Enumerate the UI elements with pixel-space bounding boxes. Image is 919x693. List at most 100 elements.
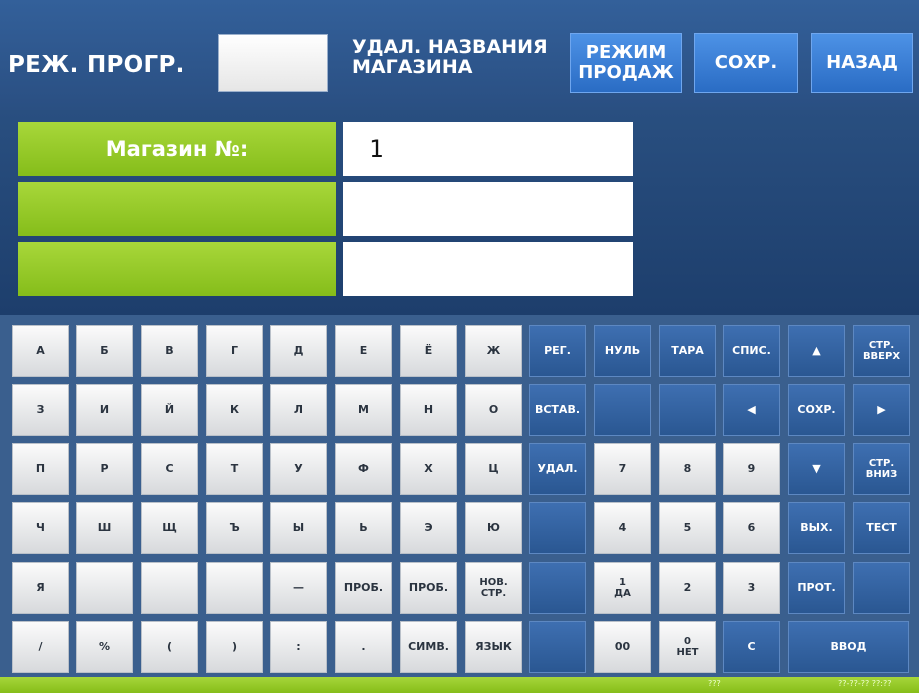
key-s[interactable]: С <box>141 443 198 495</box>
key-clear[interactable]: C <box>723 621 780 673</box>
key-y[interactable]: Ы <box>270 502 327 554</box>
key-a[interactable]: А <box>12 325 69 377</box>
key-colon[interactable]: : <box>270 621 327 673</box>
key-zh[interactable]: Ж <box>465 325 522 377</box>
key-space[interactable]: ПРОБ. <box>400 562 457 614</box>
key-m[interactable]: М <box>335 384 392 436</box>
key-5[interactable]: 5 <box>659 502 716 554</box>
key-down[interactable]: ▼ <box>788 443 845 495</box>
key-blank[interactable] <box>76 562 133 614</box>
key-reg[interactable]: РЕГ. <box>529 325 586 377</box>
key-t[interactable]: Т <box>206 443 263 495</box>
key-e[interactable]: Е <box>335 325 392 377</box>
key-n[interactable]: Н <box>400 384 457 436</box>
key-blank[interactable] <box>206 562 263 614</box>
key-blank[interactable] <box>529 502 586 554</box>
back-button[interactable]: НАЗАД <box>811 33 913 93</box>
key-save[interactable]: СОХР. <box>788 384 845 436</box>
key-space[interactable]: ПРОБ. <box>335 562 392 614</box>
key-blank[interactable] <box>529 621 586 673</box>
key-i[interactable]: И <box>76 384 133 436</box>
store-fields-panel: Магазин №: 1 <box>0 110 919 315</box>
key-blank[interactable] <box>659 384 716 436</box>
key-shch[interactable]: Щ <box>141 502 198 554</box>
key-l[interactable]: Л <box>270 384 327 436</box>
key-hard-sign[interactable]: Ъ <box>206 502 263 554</box>
key-p[interactable]: П <box>12 443 69 495</box>
status-indicator: ??? <box>708 679 721 688</box>
key-page-down[interactable]: СТР. ВНИЗ <box>853 443 910 495</box>
key-language[interactable]: ЯЗЫК <box>465 621 522 673</box>
store-number-input[interactable]: 1 <box>343 122 633 176</box>
key-b[interactable]: Б <box>76 325 133 377</box>
key-paren-open[interactable]: ( <box>141 621 198 673</box>
key-dash[interactable]: — <box>270 562 327 614</box>
key-k[interactable]: К <box>206 384 263 436</box>
key-delete[interactable]: УДАЛ. <box>529 443 586 495</box>
key-right[interactable]: ▶ <box>853 384 910 436</box>
key-slash[interactable]: / <box>12 621 69 673</box>
sales-mode-line1: РЕЖИМ <box>585 42 667 63</box>
key-8[interactable]: 8 <box>659 443 716 495</box>
key-9[interactable]: 9 <box>723 443 780 495</box>
header-bar: РЕЖ. ПРОГР. УДАЛ. НАЗВАНИЯ МАГАЗИНА РЕЖИ… <box>0 0 919 110</box>
key-2[interactable]: 2 <box>659 562 716 614</box>
key-6[interactable]: 6 <box>723 502 780 554</box>
delete-label-line1: УДАЛ. НАЗВАНИЯ <box>352 36 548 58</box>
key-enter[interactable]: ВВОД <box>788 621 909 673</box>
key-7[interactable]: 7 <box>594 443 651 495</box>
datetime-display: ??-??-?? ??:?? <box>838 679 892 688</box>
field-input-2[interactable] <box>343 182 633 236</box>
key-exit[interactable]: ВЫХ. <box>788 502 845 554</box>
key-eh[interactable]: Э <box>400 502 457 554</box>
key-up[interactable]: ▲ <box>788 325 845 377</box>
key-left[interactable]: ◀ <box>723 384 780 436</box>
key-symbols[interactable]: СИМВ. <box>400 621 457 673</box>
sales-mode-button[interactable]: РЕЖИМ ПРОДАЖ <box>570 33 682 93</box>
key-r[interactable]: Р <box>76 443 133 495</box>
key-test[interactable]: ТЕСТ <box>853 502 910 554</box>
key-soft-sign[interactable]: Ь <box>335 502 392 554</box>
key-tare[interactable]: ТАРА <box>659 325 716 377</box>
key-insert[interactable]: ВСТАВ. <box>529 384 586 436</box>
key-kh[interactable]: Х <box>400 443 457 495</box>
key-3[interactable]: 3 <box>723 562 780 614</box>
key-u[interactable]: У <box>270 443 327 495</box>
mode-input-field[interactable] <box>218 34 328 92</box>
key-00[interactable]: 00 <box>594 621 651 673</box>
key-yu[interactable]: Ю <box>465 502 522 554</box>
key-1-yes[interactable]: 1 ДА <box>594 562 651 614</box>
key-zero[interactable]: НУЛЬ <box>594 325 651 377</box>
key-sh[interactable]: Ш <box>76 502 133 554</box>
key-o[interactable]: О <box>465 384 522 436</box>
key-new-line[interactable]: НОВ. СТР. <box>465 562 522 614</box>
key-blank[interactable] <box>594 384 651 436</box>
delete-label-line2: МАГАЗИНА <box>352 56 473 78</box>
store-number-label: Магазин №: <box>18 122 336 176</box>
key-0-no[interactable]: 0 НЕТ <box>659 621 716 673</box>
key-f[interactable]: Ф <box>335 443 392 495</box>
key-d[interactable]: Д <box>270 325 327 377</box>
key-yo[interactable]: Ё <box>400 325 457 377</box>
status-bar: ??? ??-??-?? ??:?? <box>0 677 919 693</box>
key-4[interactable]: 4 <box>594 502 651 554</box>
scale-program-mode-screen: РЕЖ. ПРОГР. УДАЛ. НАЗВАНИЯ МАГАЗИНА РЕЖИ… <box>0 0 919 693</box>
key-z[interactable]: З <box>12 384 69 436</box>
save-button[interactable]: СОХР. <box>694 33 798 93</box>
key-ya[interactable]: Я <box>12 562 69 614</box>
key-ts[interactable]: Ц <box>465 443 522 495</box>
key-g[interactable]: Г <box>206 325 263 377</box>
key-percent[interactable]: % <box>76 621 133 673</box>
key-prot[interactable]: ПРОТ. <box>788 562 845 614</box>
key-blank[interactable] <box>853 562 910 614</box>
key-iy[interactable]: Й <box>141 384 198 436</box>
key-paren-close[interactable]: ) <box>206 621 263 673</box>
key-ch[interactable]: Ч <box>12 502 69 554</box>
key-v[interactable]: В <box>141 325 198 377</box>
key-blank[interactable] <box>141 562 198 614</box>
key-period[interactable]: . <box>335 621 392 673</box>
key-list[interactable]: СПИС. <box>723 325 780 377</box>
key-blank[interactable] <box>529 562 586 614</box>
key-page-up[interactable]: СТР. ВВЕРХ <box>853 325 910 377</box>
field-input-3[interactable] <box>343 242 633 296</box>
